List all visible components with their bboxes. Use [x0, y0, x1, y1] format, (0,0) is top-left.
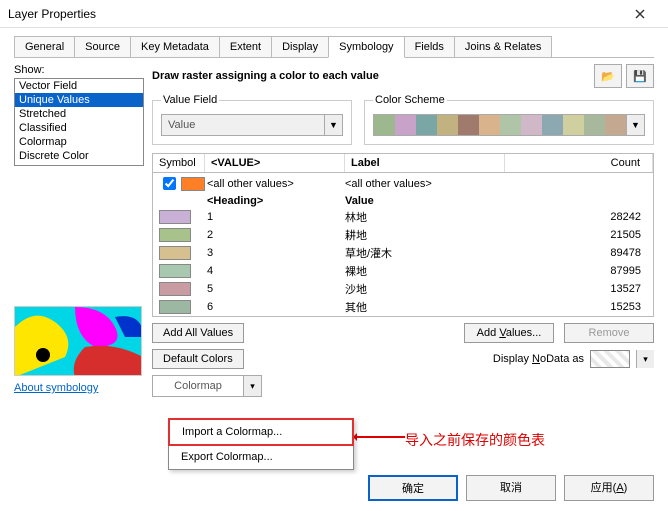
- cell-count: 15253: [505, 301, 653, 313]
- table-row[interactable]: 2耕地21505: [153, 226, 653, 244]
- show-list[interactable]: Vector Field Unique Values Stretched Cla…: [14, 78, 144, 166]
- table-row[interactable]: 4裸地87995: [153, 262, 653, 280]
- symbol-swatch[interactable]: [159, 246, 191, 260]
- cell-value: <all other values>: [205, 178, 345, 190]
- tabs: General Source Key Metadata Extent Displ…: [0, 28, 668, 58]
- cell-label: 其他: [345, 299, 505, 315]
- show-item-unique-values[interactable]: Unique Values: [15, 93, 143, 107]
- panel-title: Draw raster assigning a color to each va…: [152, 70, 590, 82]
- cell-value: 4: [205, 265, 345, 277]
- tab-joins-relates[interactable]: Joins & Relates: [454, 36, 552, 58]
- col-symbol[interactable]: Symbol: [153, 154, 205, 172]
- nodata-label: Display NoData as: [493, 353, 584, 365]
- folder-open-icon: 📂: [601, 70, 615, 83]
- cell-label: 耕地: [345, 227, 505, 243]
- remove-button[interactable]: Remove: [564, 323, 654, 343]
- menu-import-colormap[interactable]: Import a Colormap...: [168, 418, 354, 446]
- symbol-table: Symbol <VALUE> Label Count <all other va…: [152, 153, 654, 317]
- symbol-swatch[interactable]: [159, 300, 191, 314]
- tab-display[interactable]: Display: [271, 36, 329, 58]
- show-item-discrete-color[interactable]: Discrete Color: [15, 149, 143, 163]
- default-colors-button[interactable]: Default Colors: [152, 349, 244, 369]
- chevron-down-icon[interactable]: ▾: [243, 376, 261, 396]
- show-item-stretched[interactable]: Stretched: [15, 107, 143, 121]
- table-row[interactable]: 6其他15253: [153, 298, 653, 316]
- color-scheme-select[interactable]: ▼: [373, 114, 645, 136]
- symbol-swatch[interactable]: [159, 264, 191, 278]
- value-field-value: Value: [162, 119, 324, 131]
- cell-count: 87995: [505, 265, 653, 277]
- colormap-dropdown[interactable]: Colormap ▾: [152, 375, 262, 397]
- cell-value: 5: [205, 283, 345, 295]
- cell-label: 裸地: [345, 263, 505, 279]
- cell-count: 28242: [505, 211, 653, 223]
- cell-count: 21505: [505, 229, 653, 241]
- nodata-color[interactable]: [590, 350, 630, 368]
- cell-value: 2: [205, 229, 345, 241]
- chevron-down-icon[interactable]: ▼: [324, 115, 342, 135]
- table-row[interactable]: 1林地28242: [153, 208, 653, 226]
- color-scheme-group: Color Scheme ▼: [364, 94, 654, 145]
- cell-count: 13527: [505, 283, 653, 295]
- value-field-combo[interactable]: Value ▼: [161, 114, 343, 136]
- color-scheme-legend: Color Scheme: [373, 94, 447, 106]
- add-values-button[interactable]: Add Values...: [464, 323, 554, 343]
- cell-value: 3: [205, 247, 345, 259]
- col-count[interactable]: Count: [505, 154, 653, 172]
- cancel-button[interactable]: 取消: [466, 475, 556, 501]
- show-label: Show:: [14, 64, 144, 76]
- table-row-heading[interactable]: <Heading> Value: [153, 194, 653, 208]
- tab-source[interactable]: Source: [74, 36, 131, 58]
- tab-extent[interactable]: Extent: [219, 36, 272, 58]
- cell-label: 草地/灌木: [345, 245, 505, 261]
- table-row[interactable]: 3草地/灌木89478: [153, 244, 653, 262]
- colormap-menu: Import a Colormap... Export Colormap...: [168, 418, 354, 470]
- cell-label: 沙地: [345, 281, 505, 297]
- symbol-swatch[interactable]: [181, 177, 205, 191]
- symbol-swatch[interactable]: [159, 210, 191, 224]
- cell-label: 林地: [345, 209, 505, 225]
- cell-value: 1: [205, 211, 345, 223]
- close-button[interactable]: [620, 0, 660, 28]
- tab-key-metadata[interactable]: Key Metadata: [130, 36, 220, 58]
- about-symbology-link[interactable]: About symbology: [14, 382, 98, 394]
- col-label[interactable]: Label: [345, 154, 505, 172]
- symbol-swatch[interactable]: [159, 228, 191, 242]
- preview-thumbnail: [14, 306, 142, 376]
- symbol-swatch[interactable]: [159, 282, 191, 296]
- show-item-vector-field[interactable]: Vector Field: [15, 79, 143, 93]
- window-title: Layer Properties: [8, 7, 620, 21]
- cell-label: <all other values>: [345, 178, 505, 190]
- save-button[interactable]: 💾: [626, 64, 654, 88]
- add-all-values-button[interactable]: Add All Values: [152, 323, 244, 343]
- all-other-checkbox[interactable]: [163, 177, 176, 190]
- tab-fields[interactable]: Fields: [404, 36, 455, 58]
- table-row-all-other[interactable]: <all other values> <all other values>: [153, 173, 653, 194]
- apply-button[interactable]: 应用(A): [564, 475, 654, 501]
- chevron-down-icon[interactable]: ▼: [626, 115, 644, 135]
- value-field-group: Value Field Value ▼: [152, 94, 352, 145]
- ok-button[interactable]: 确定: [368, 475, 458, 501]
- table-row[interactable]: 5沙地13527: [153, 280, 653, 298]
- cell-count: 89478: [505, 247, 653, 259]
- open-button[interactable]: 📂: [594, 64, 622, 88]
- annotation-text: 导入之前保存的颜色表: [405, 430, 545, 450]
- col-value[interactable]: <VALUE>: [205, 154, 345, 172]
- cell-value: 6: [205, 301, 345, 313]
- show-item-colormap[interactable]: Colormap: [15, 135, 143, 149]
- chevron-down-icon[interactable]: ▾: [636, 350, 654, 368]
- tab-symbology[interactable]: Symbology: [328, 36, 404, 58]
- tab-general[interactable]: General: [14, 36, 75, 58]
- save-icon: 💾: [633, 70, 647, 83]
- value-field-legend: Value Field: [161, 94, 219, 106]
- menu-export-colormap[interactable]: Export Colormap...: [169, 445, 353, 469]
- annotation-arrow: [355, 436, 405, 438]
- show-item-classified[interactable]: Classified: [15, 121, 143, 135]
